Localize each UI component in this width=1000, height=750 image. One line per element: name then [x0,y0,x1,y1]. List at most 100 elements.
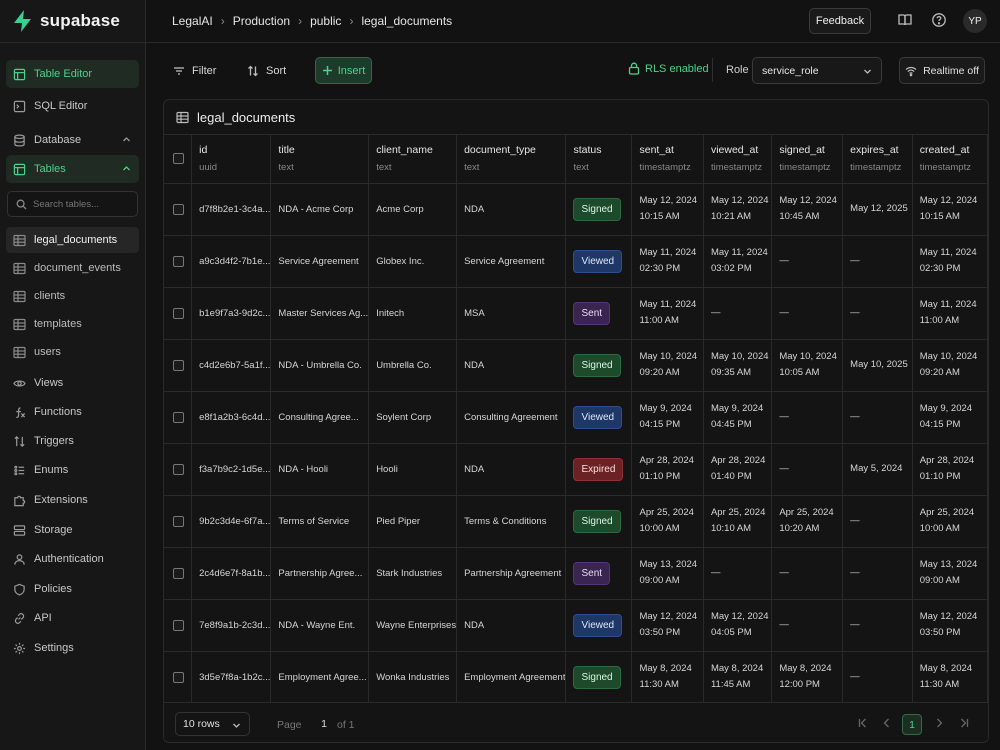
column-header-viewed-at[interactable]: viewed_at timestamptz [703,135,773,184]
cell-title[interactable]: NDA - Acme Corp [270,183,370,236]
cell-sent-at[interactable]: Apr 25, 2024 10:00 AM [631,495,704,548]
avatar[interactable]: YP [963,9,987,33]
column-header-sent-at[interactable]: sent_at timestamptz [631,135,704,184]
nav-sql-editor[interactable]: SQL Editor [6,92,139,120]
cell-sent-at[interactable]: May 13, 2024 09:00 AM [631,547,704,600]
cell-title[interactable]: NDA - Wayne Ent. [270,599,370,652]
cell-sent-at[interactable]: May 11, 2024 02:30 PM [631,235,704,288]
cell-id[interactable]: 7e8f9a1b-2c3d... [191,599,272,652]
cell-sent-at[interactable]: May 12, 2024 10:15 AM [631,183,704,236]
cell-client-name[interactable]: Acme Corp [368,183,458,236]
nav-extensions[interactable]: Extensions [6,486,139,514]
cell-document-type[interactable]: NDA [456,339,567,392]
cell-id[interactable]: 2c4d6e7f-8a1b... [191,547,272,600]
rls-status[interactable]: RLS enabled [628,62,709,75]
cell-status[interactable]: Viewed [565,599,633,652]
cell-status[interactable]: Signed [565,183,633,236]
table-row[interactable]: 2c4d6e7f-8a1b... Partnership Agree... Star… [164,547,988,600]
cell-expires-at[interactable]: — [842,651,913,704]
cell-id[interactable]: 9b2c3d4e-6f7a... [191,495,272,548]
cell-client-name[interactable]: Wonka Industries [368,651,458,704]
row-checkbox[interactable] [173,255,184,267]
cell-status[interactable]: Signed [565,651,633,704]
cell-created-at[interactable]: May 10, 2024 09:20 AM [912,339,988,392]
cell-title[interactable]: Employment Agree... [270,651,370,704]
cell-id[interactable]: d7f8b2e1-3c4a... [191,183,272,236]
table-row[interactable]: c4d2e6b7-5a1f... NDA - Umbrella Co. Umbrel… [164,339,988,392]
cell-status[interactable]: Expired [565,443,633,496]
last-page-icon[interactable] [958,717,970,729]
cell-id[interactable]: b1e9f7a3-9d2c... [191,287,272,340]
cell-client-name[interactable]: Hooli [368,443,458,496]
cell-status[interactable]: Viewed [565,235,633,288]
cell-document-type[interactable]: NDA [456,599,567,652]
insert-button[interactable]: Insert [315,57,372,84]
nav-functions[interactable]: Functions [6,398,139,426]
cell-title[interactable]: Terms of Service [270,495,370,548]
cell-client-name[interactable]: Initech [368,287,458,340]
cell-status[interactable]: Viewed [565,391,633,444]
cell-status[interactable]: Sent [565,287,633,340]
cell-viewed-at[interactable]: May 11, 2024 03:02 PM [703,235,773,288]
nav-database[interactable]: Database [6,126,139,154]
select-all-checkbox[interactable] [173,153,184,165]
cell-viewed-at[interactable]: May 12, 2024 10:21 AM [703,183,773,236]
cell-sent-at[interactable]: May 11, 2024 11:00 AM [631,287,704,340]
sort-button[interactable]: Sort [247,59,286,83]
feedback-button[interactable]: Feedback [809,8,871,34]
cell-viewed-at[interactable]: May 12, 2024 04:05 PM [703,599,773,652]
table-row[interactable]: 7e8f9a1b-2c3d... NDA - Wayne Ent. Wayne En… [164,599,988,652]
table-row[interactable]: 3d5e7f8a-1b2c... Employment Agree... Wonka… [164,651,988,704]
table-row[interactable]: 9b2c3d4e-6f7a... Terms of Service Pied Pip… [164,495,988,548]
breadcrumb-schema[interactable]: public [310,14,341,28]
nav-settings[interactable]: Settings [6,634,139,662]
row-checkbox[interactable] [173,307,184,319]
cell-document-type[interactable]: NDA [456,183,567,236]
cell-document-type[interactable]: Service Agreement [456,235,567,288]
table-row[interactable]: f3a7b9c2-1d5e... NDA - Hooli Hooli NDA Expir… [164,443,988,496]
docs-book-icon[interactable] [897,12,913,28]
table-row[interactable]: b1e9f7a3-9d2c... Master Services Ag... Ini… [164,287,988,340]
row-checkbox[interactable] [173,203,184,215]
current-page-button[interactable]: 1 [902,714,922,735]
cell-viewed-at[interactable]: — [703,547,773,600]
cell-created-at[interactable]: Apr 28, 2024 01:10 PM [912,443,988,496]
cell-created-at[interactable]: May 8, 2024 11:30 AM [912,651,988,704]
cell-title[interactable]: Service Agreement [270,235,370,288]
cell-created-at[interactable]: May 12, 2024 03:50 PM [912,599,988,652]
column-header-document-type[interactable]: document_type text [456,135,567,184]
sidebar-table-clients[interactable]: clients [6,283,139,309]
nav-storage[interactable]: Storage [6,516,139,544]
cell-signed-at[interactable]: — [771,391,844,444]
row-checkbox[interactable] [173,619,184,631]
cell-title[interactable]: Consulting Agree... [270,391,370,444]
cell-document-type[interactable]: NDA [456,443,567,496]
cell-client-name[interactable]: Soylent Corp [368,391,458,444]
cell-id[interactable]: 3d5e7f8a-1b2c... [191,651,272,704]
cell-status[interactable]: Signed [565,339,633,392]
cell-sent-at[interactable]: May 12, 2024 03:50 PM [631,599,704,652]
row-checkbox[interactable] [173,411,184,423]
cell-expires-at[interactable]: — [842,287,913,340]
cell-created-at[interactable]: May 13, 2024 09:00 AM [912,547,988,600]
filter-button[interactable]: Filter [173,59,216,83]
cell-expires-at[interactable]: — [842,391,913,444]
cell-viewed-at[interactable]: Apr 28, 2024 01:40 PM [703,443,773,496]
cell-expires-at[interactable]: — [842,495,913,548]
cell-expires-at[interactable]: May 12, 2025 [842,183,913,236]
cell-document-type[interactable]: Employment Agreement [456,651,567,704]
sidebar-table-templates[interactable]: templates [6,311,139,337]
cell-id[interactable]: c4d2e6b7-5a1f... [191,339,272,392]
cell-sent-at[interactable]: May 9, 2024 04:15 PM [631,391,704,444]
cell-signed-at[interactable]: May 8, 2024 12:00 PM [771,651,844,704]
cell-document-type[interactable]: Partnership Agreement [456,547,567,600]
cell-signed-at[interactable]: — [771,443,844,496]
column-header-signed-at[interactable]: signed_at timestamptz [771,135,844,184]
cell-title[interactable]: Partnership Agree... [270,547,370,600]
row-checkbox[interactable] [173,567,184,579]
previous-page-icon[interactable] [881,717,893,729]
cell-created-at[interactable]: May 9, 2024 04:15 PM [912,391,988,444]
cell-client-name[interactable]: Globex Inc. [368,235,458,288]
cell-id[interactable]: e8f1a2b3-6c4d... [191,391,272,444]
cell-viewed-at[interactable]: May 10, 2024 09:35 AM [703,339,773,392]
